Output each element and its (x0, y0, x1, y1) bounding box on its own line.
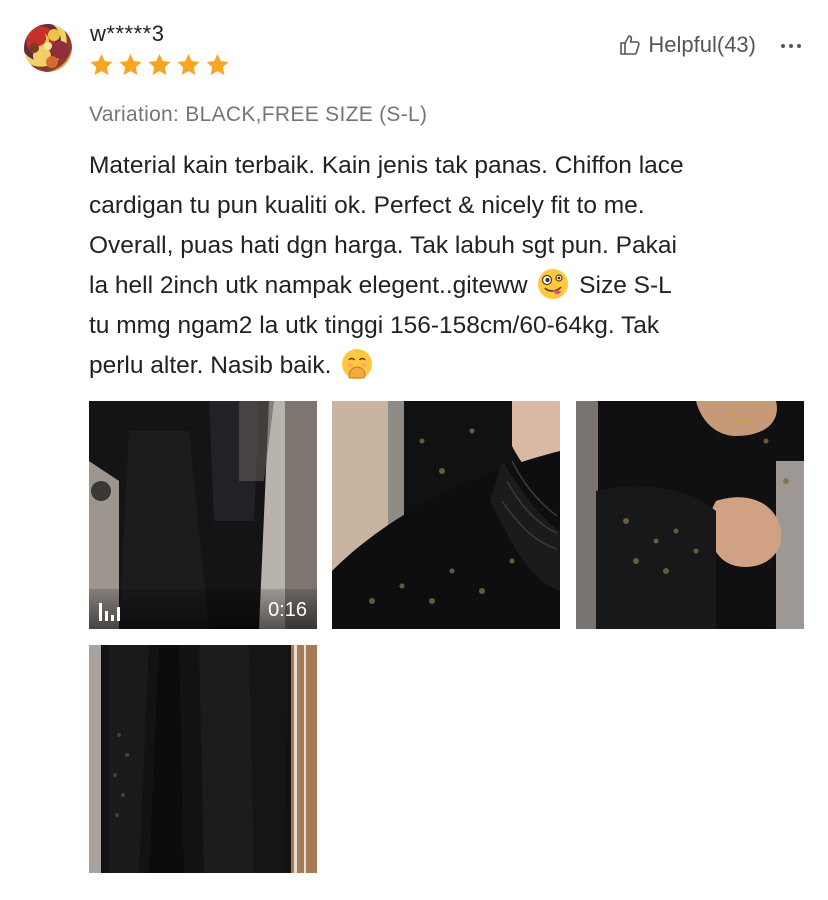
review-photo[interactable] (576, 401, 804, 629)
review-text-line: cardigan tu pun kualiti ok. Perfect & ni… (89, 192, 645, 219)
review-video-thumbnail[interactable]: 0:16 (89, 401, 317, 629)
review-text-line: tu mmg ngam2 la utk tinggi 156-158cm/60-… (89, 312, 660, 339)
review-photo[interactable] (89, 645, 317, 873)
video-duration: 0:16 (268, 599, 307, 621)
hand-over-mouth-emoji (340, 347, 374, 381)
thumbs-up-icon (618, 33, 642, 57)
review-text-line-with-emoji: perlu alter. Nasib baik. (89, 346, 789, 386)
reviewer-avatar[interactable] (24, 24, 72, 72)
star-icon (119, 53, 142, 75)
star-icon (177, 53, 200, 75)
zany-face-emoji (536, 267, 570, 301)
helpful-label: Helpful(43) (648, 32, 756, 57)
review-text-line: la hell 2inch utk nampak elegent..giteww (89, 272, 528, 299)
review-text-line: Size S-L (579, 272, 672, 299)
star-icon (148, 53, 171, 75)
star-icon (206, 53, 229, 75)
review-text-line-with-emoji: la hell 2inch utk nampak elegent..giteww… (89, 266, 789, 306)
review-photo[interactable] (332, 401, 560, 629)
video-icon (97, 599, 123, 623)
review-text: Material kain terbaik. Kain jenis tak pa… (89, 146, 789, 386)
review-text-line: Material kain terbaik. Kain jenis tak pa… (89, 152, 684, 179)
star-icon (90, 53, 113, 75)
review-text-line: perlu alter. Nasib baik. (89, 352, 332, 379)
more-options-icon[interactable] (778, 34, 804, 54)
variation-label: Variation: BLACK,FREE SIZE (S-L) (89, 103, 428, 126)
star-rating (88, 52, 231, 78)
review-text-line: Overall, puas hati dgn harga. Tak labuh … (89, 232, 677, 259)
helpful-button[interactable]: Helpful(43) (618, 32, 756, 58)
reviewer-username: w*****3 (90, 21, 165, 46)
